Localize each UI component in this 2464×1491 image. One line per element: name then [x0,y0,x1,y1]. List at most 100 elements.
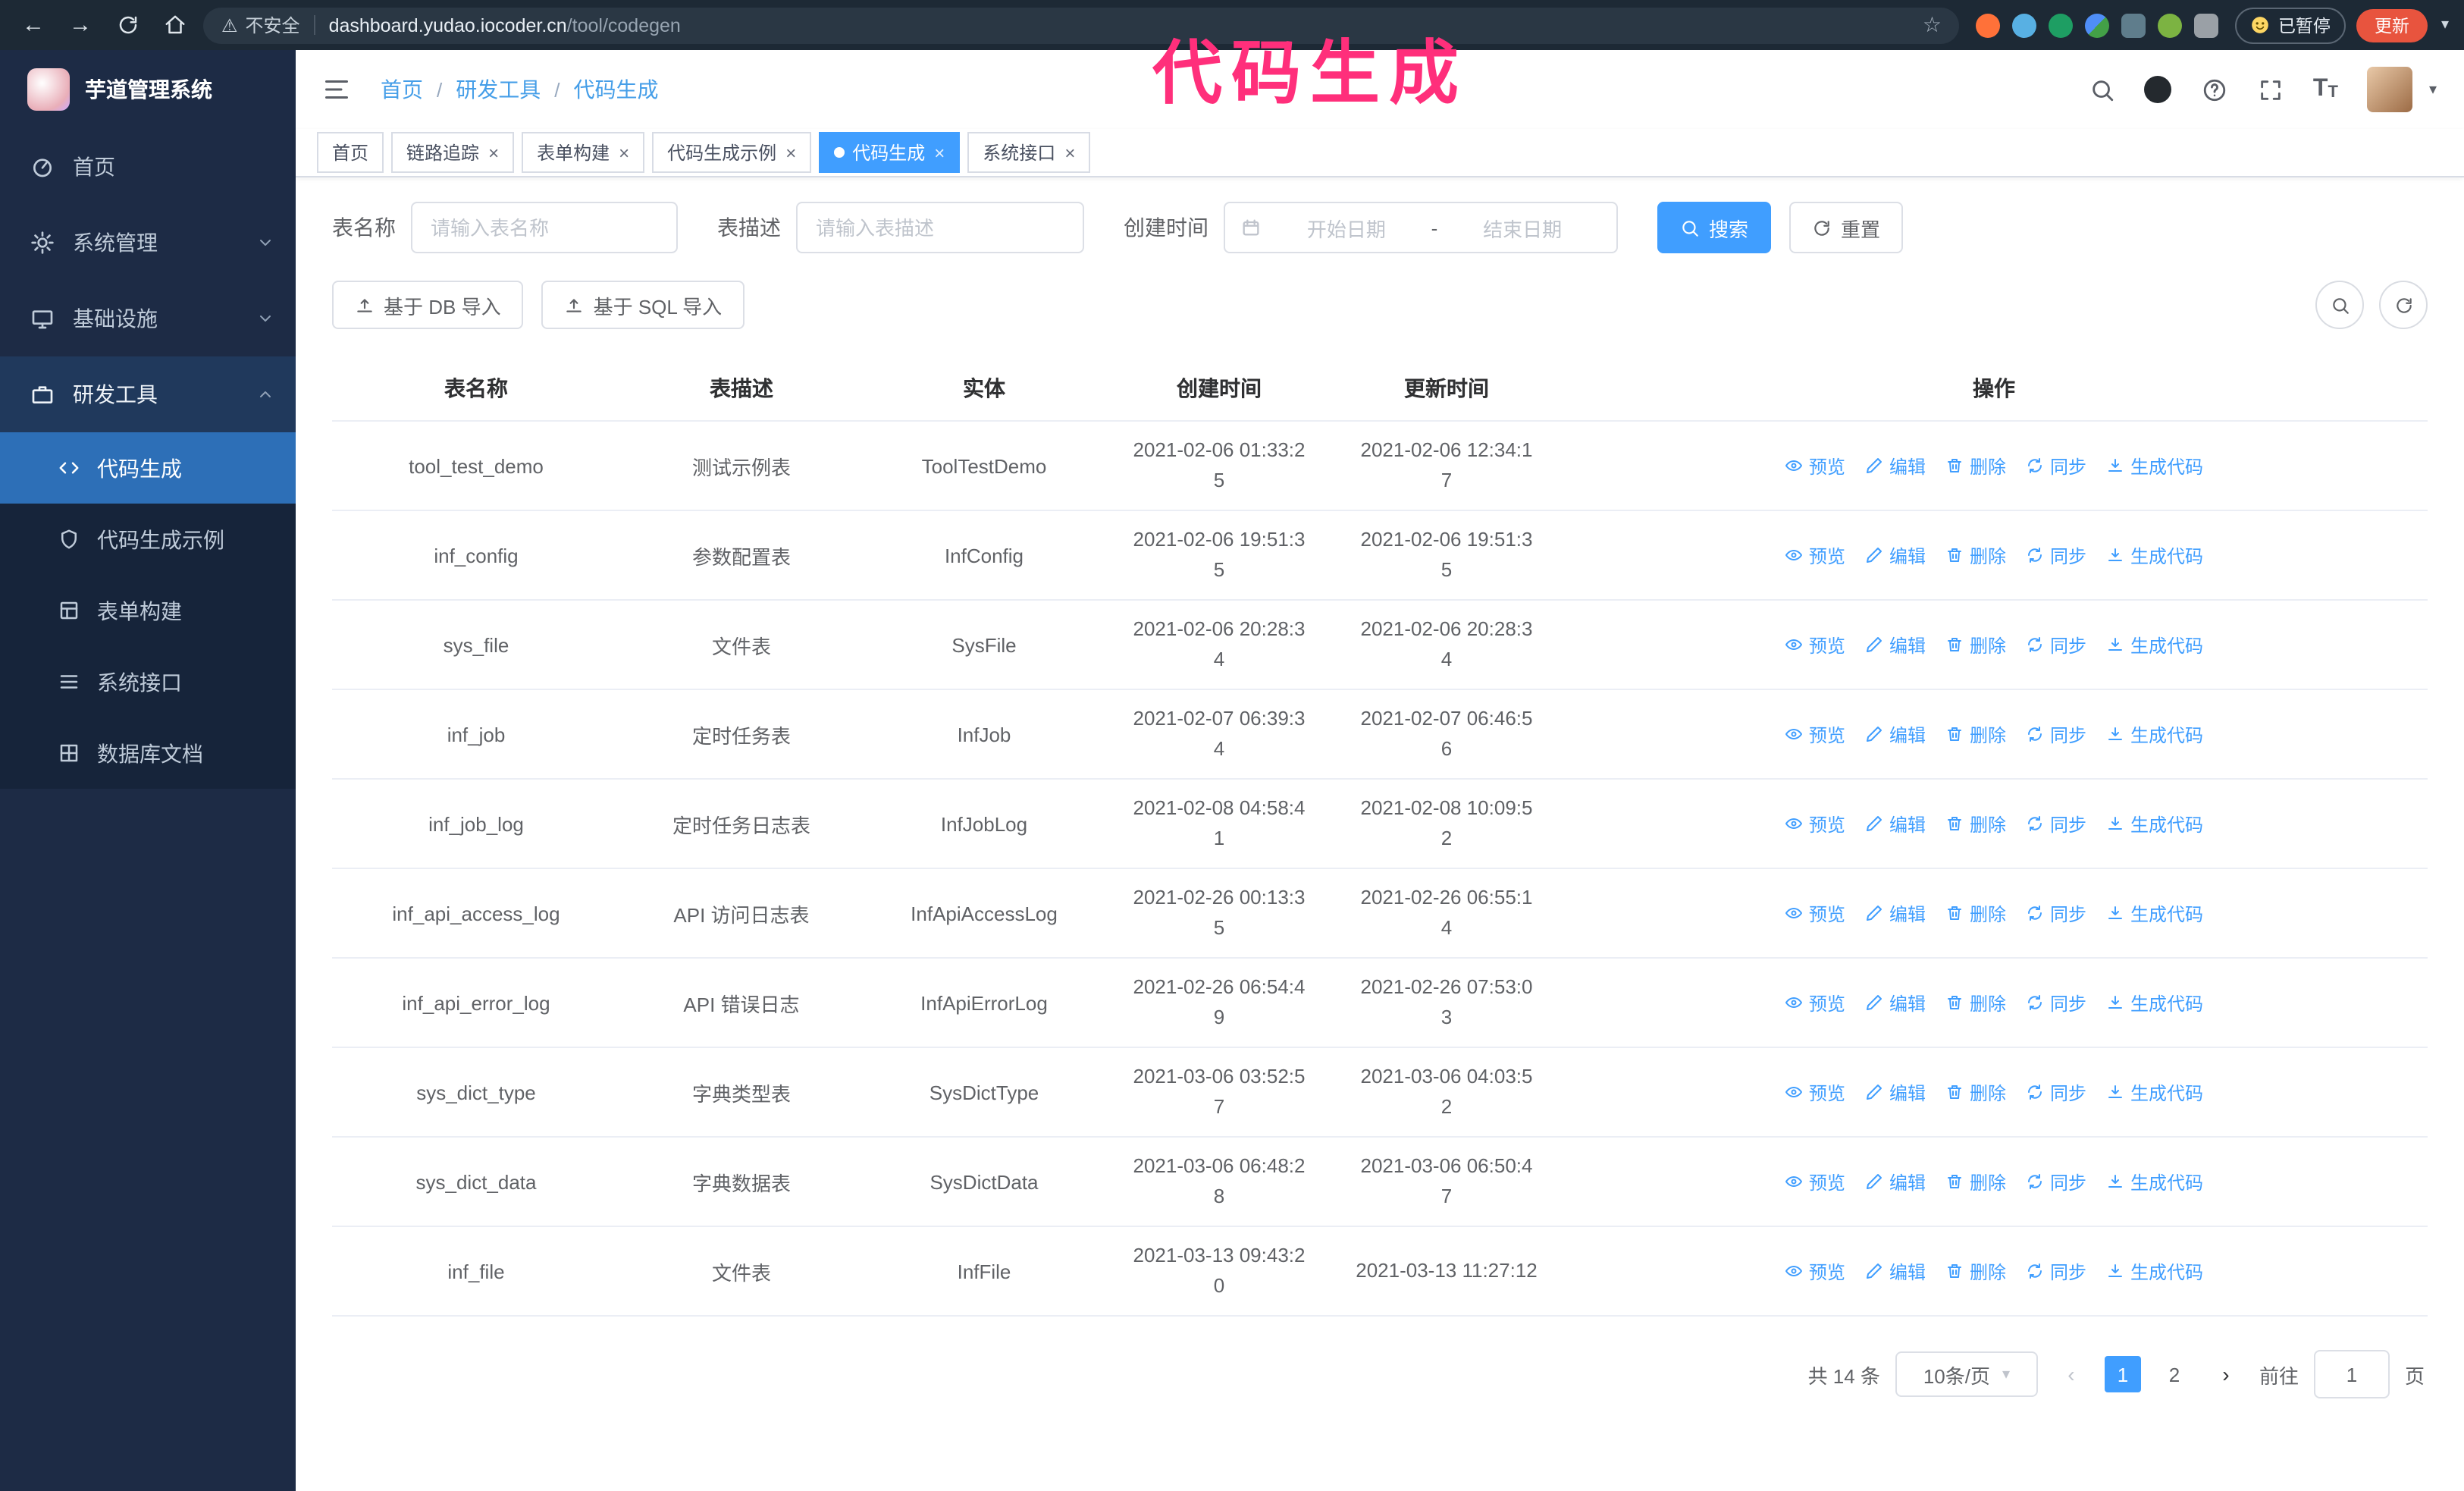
sync-link[interactable]: 同步 [2026,453,2086,479]
browser-update-button[interactable]: 更新 [2356,8,2428,42]
extension-icon-people[interactable] [2085,13,2110,37]
delete-link[interactable]: 删除 [1945,453,2006,479]
sync-link[interactable]: 同步 [2026,721,2086,747]
tab-首页[interactable]: 首页 [317,132,384,173]
generate-code-link[interactable]: 生成代码 [2106,721,2203,747]
generate-code-link[interactable]: 生成代码 [2106,900,2203,926]
paused-badge[interactable]: 已暂停 [2235,7,2346,43]
generate-code-link[interactable]: 生成代码 [2106,1169,2203,1194]
delete-link[interactable]: 删除 [1945,632,2006,658]
refresh-table-button[interactable] [2379,281,2428,329]
table-desc-input[interactable] [796,202,1084,253]
edit-link[interactable]: 编辑 [1865,1258,1926,1284]
generate-code-link[interactable]: 生成代码 [2106,453,2203,479]
preview-link[interactable]: 预览 [1785,990,1845,1015]
edit-link[interactable]: 编辑 [1865,542,1926,568]
preview-link[interactable]: 预览 [1785,632,1845,658]
generate-code-link[interactable]: 生成代码 [2106,1079,2203,1105]
delete-link[interactable]: 删除 [1945,1079,2006,1105]
preview-link[interactable]: 预览 [1785,900,1845,926]
address-bar[interactable]: ⚠ 不安全 dashboard.yudao.iocoder.cn /tool/c… [203,7,1960,43]
tab-close-icon[interactable]: × [934,143,945,162]
fullscreen-button[interactable] [2257,76,2284,103]
avatar-caret-icon[interactable]: ▾ [2429,81,2437,98]
help-button[interactable] [2201,76,2228,103]
delete-link[interactable]: 删除 [1945,1169,2006,1194]
extension-icon-blue[interactable] [2012,13,2037,37]
puzzle-extension-icon[interactable] [2194,13,2219,37]
generate-code-link[interactable]: 生成代码 [2106,632,2203,658]
sidebar-item-system-api[interactable]: 系统接口 [0,646,296,717]
sidebar-item-database-docs[interactable]: 数据库文档 [0,717,296,789]
page-button-2[interactable]: 2 [2155,1356,2193,1392]
generate-code-link[interactable]: 生成代码 [2106,542,2203,568]
import-sql-button[interactable]: 基于 SQL 导入 [541,281,745,329]
edit-link[interactable]: 编辑 [1865,632,1926,658]
preview-link[interactable]: 预览 [1785,542,1845,568]
page-button-1[interactable]: 1 [2104,1356,2141,1392]
toggle-search-button[interactable] [2315,281,2364,329]
breadcrumb-dev-tools[interactable]: 研发工具 [456,74,541,105]
sidebar-item-infrastructure[interactable]: 基础设施 [0,281,296,356]
sync-link[interactable]: 同步 [2026,1258,2086,1284]
browser-reload-button[interactable] [109,7,146,43]
browser-forward-button[interactable]: → [62,7,99,43]
preview-link[interactable]: 预览 [1785,811,1845,837]
sidebar-item-form-builder[interactable]: 表单构建 [0,575,296,646]
date-range-picker[interactable]: 开始日期 - 结束日期 [1224,202,1618,253]
preview-link[interactable]: 预览 [1785,1169,1845,1194]
reset-button[interactable]: 重置 [1789,202,1904,253]
browser-home-button[interactable] [156,7,193,43]
tab-链路追踪[interactable]: 链路追踪 × [391,132,515,173]
generate-code-link[interactable]: 生成代码 [2106,1258,2203,1284]
delete-link[interactable]: 删除 [1945,721,2006,747]
sync-link[interactable]: 同步 [2026,632,2086,658]
import-db-button[interactable]: 基于 DB 导入 [332,281,524,329]
sidebar-item-code-generation-example[interactable]: 代码生成示例 [0,504,296,575]
sync-link[interactable]: 同步 [2026,811,2086,837]
sync-link[interactable]: 同步 [2026,542,2086,568]
font-size-button[interactable]: TT [2313,77,2338,102]
table-name-input[interactable] [411,202,678,253]
tab-close-icon[interactable]: × [785,143,796,162]
next-page-button[interactable]: › [2208,1356,2244,1392]
prev-page-button[interactable]: ‹ [2053,1356,2089,1392]
preview-link[interactable]: 预览 [1785,1258,1845,1284]
sync-link[interactable]: 同步 [2026,900,2086,926]
tab-表单构建[interactable]: 表单构建 × [522,132,645,173]
preview-link[interactable]: 预览 [1785,453,1845,479]
edit-link[interactable]: 编辑 [1865,811,1926,837]
tab-系统接口[interactable]: 系统接口 × [967,132,1091,173]
header-search-button[interactable] [2089,76,2116,103]
browser-menu-caret-icon[interactable]: ▾ [2441,17,2449,33]
preview-link[interactable]: 预览 [1785,1079,1845,1105]
avatar[interactable] [2366,67,2412,112]
delete-link[interactable]: 删除 [1945,542,2006,568]
sidebar-toggle-button[interactable] [320,73,353,106]
edit-link[interactable]: 编辑 [1865,900,1926,926]
start-date-placeholder[interactable]: 开始日期 [1268,213,1425,242]
edit-link[interactable]: 编辑 [1865,1079,1926,1105]
sidebar-logo[interactable]: 芋道管理系统 [0,50,296,129]
extension-icon-translate[interactable] [2121,13,2146,37]
sidebar-item-code-generation[interactable]: 代码生成 [0,432,296,504]
delete-link[interactable]: 删除 [1945,1258,2006,1284]
tab-代码生成[interactable]: 代码生成 × [819,132,961,173]
sidebar-item-home[interactable]: 首页 [0,129,296,205]
preview-link[interactable]: 预览 [1785,721,1845,747]
extension-icon-green-v[interactable] [2049,13,2074,37]
sync-link[interactable]: 同步 [2026,1079,2086,1105]
sync-link[interactable]: 同步 [2026,990,2086,1015]
delete-link[interactable]: 删除 [1945,990,2006,1015]
edit-link[interactable]: 编辑 [1865,721,1926,747]
delete-link[interactable]: 删除 [1945,811,2006,837]
extension-icon-leaf[interactable] [2158,13,2183,37]
tab-close-icon[interactable]: × [619,143,629,162]
tab-close-icon[interactable]: × [488,143,499,162]
edit-link[interactable]: 编辑 [1865,453,1926,479]
tab-代码生成示例[interactable]: 代码生成示例 × [652,132,812,173]
end-date-placeholder[interactable]: 结束日期 [1444,213,1601,242]
delete-link[interactable]: 删除 [1945,900,2006,926]
generate-code-link[interactable]: 生成代码 [2106,811,2203,837]
breadcrumb-home[interactable]: 首页 [381,74,423,105]
